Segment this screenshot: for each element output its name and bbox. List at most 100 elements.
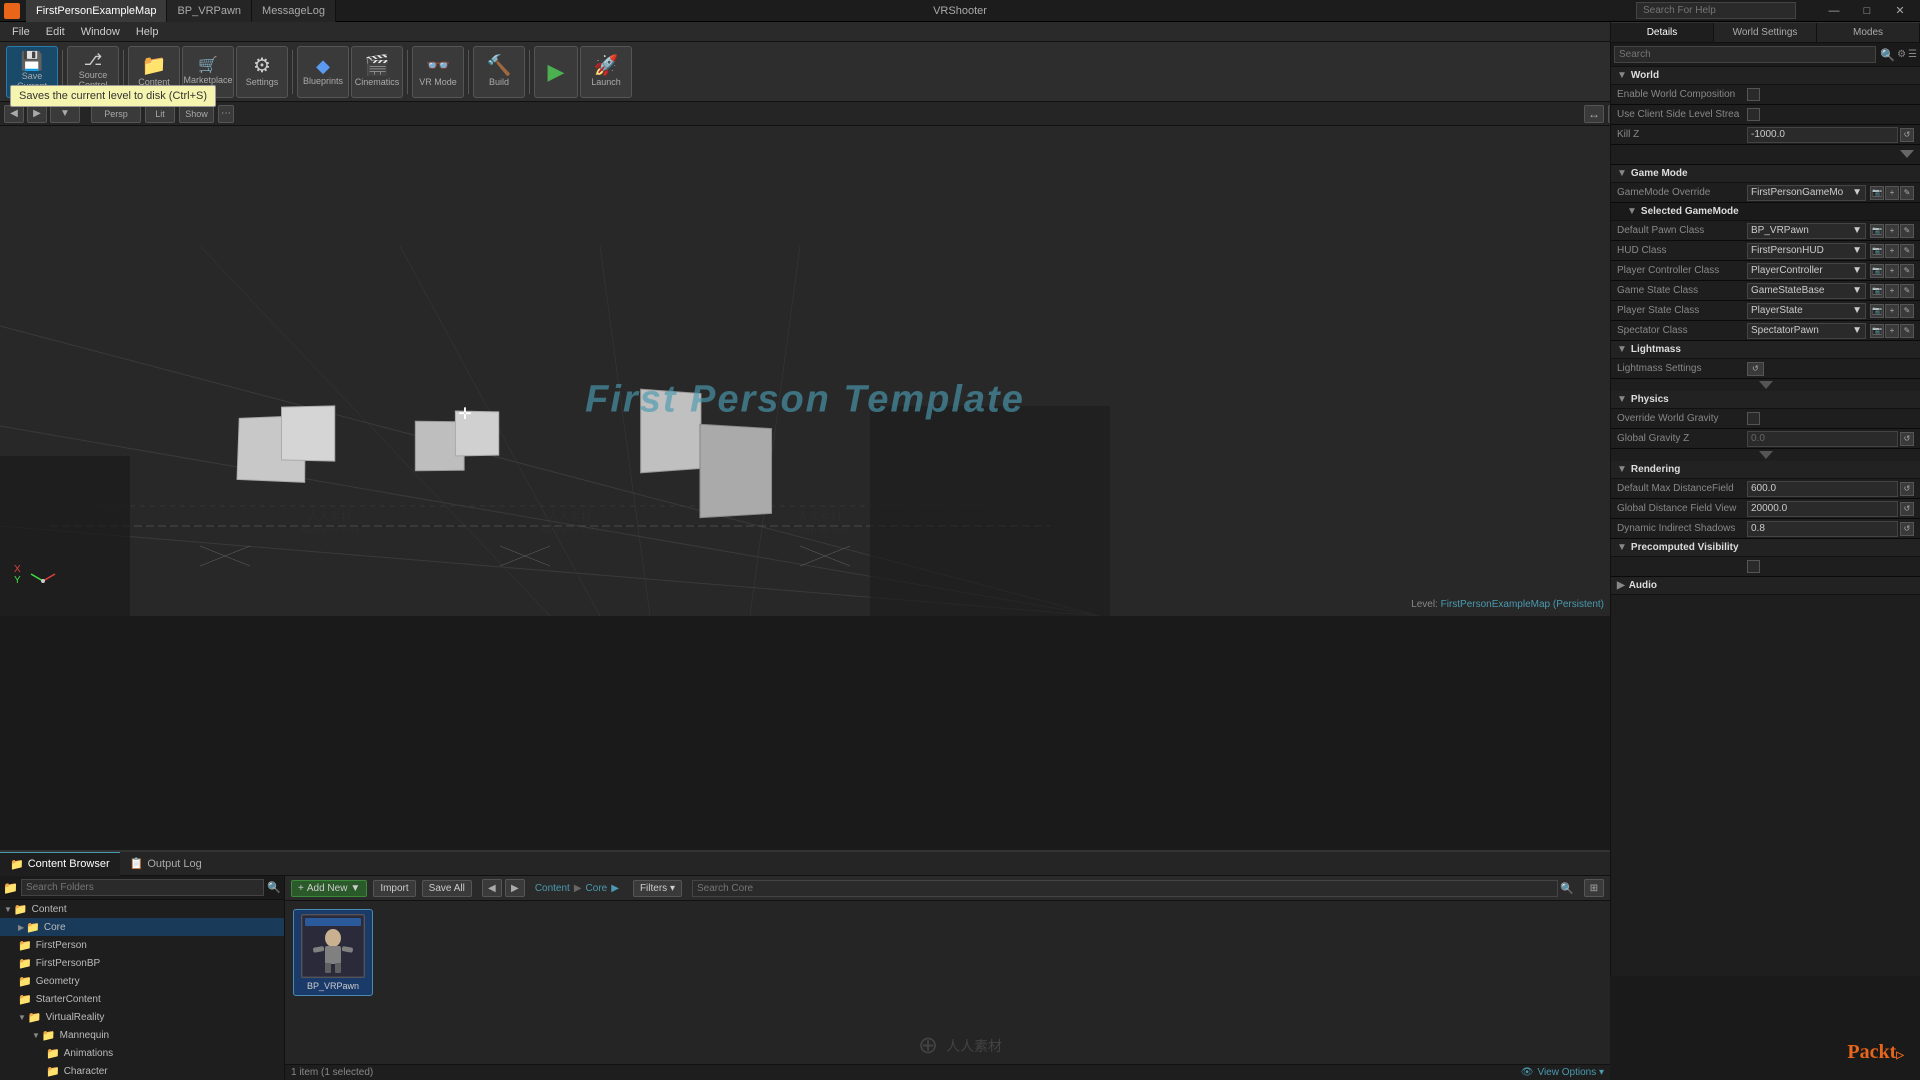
dropdown-btn[interactable]: ▼	[50, 105, 80, 123]
dynamic-indirect-shadows-input[interactable]	[1747, 521, 1898, 537]
close-button[interactable]: ✕	[1884, 0, 1916, 22]
breadcrumb-content[interactable]: Content	[535, 883, 570, 894]
spectator-class-dropdown[interactable]: SpectatorPawn▼	[1747, 323, 1866, 339]
content-view-options[interactable]: 👁 View Options ▾	[1521, 1067, 1604, 1078]
player-controller-browse[interactable]: 📷	[1870, 264, 1884, 278]
source-control-button[interactable]: ⎇ SourceControl	[67, 46, 119, 98]
help-search-input[interactable]	[1636, 2, 1796, 19]
marketplace-button[interactable]: 🛒 Marketplace	[182, 46, 234, 98]
default-pawn-browse[interactable]: 📷	[1870, 224, 1884, 238]
folder-virtualreality[interactable]: ▼ 📁 VirtualReality	[0, 1008, 284, 1026]
breadcrumb-core[interactable]: Core	[586, 883, 608, 894]
game-state-browse[interactable]: 📷	[1870, 284, 1884, 298]
menu-file[interactable]: File	[4, 22, 38, 42]
section-selected-game-mode[interactable]: ▼ Selected GameMode	[1611, 203, 1920, 221]
tab-firstpersonexamplemap[interactable]: FirstPersonExampleMap	[26, 0, 167, 22]
gamemode-override-dropdown[interactable]: FirstPersonGameMo▼	[1747, 185, 1866, 201]
player-controller-edit[interactable]: ✎	[1900, 264, 1914, 278]
viewport[interactable]: ✛ First Person Template 人人素材www.rr-sc.co…	[0, 126, 1610, 616]
precomputed-visibility-checkbox[interactable]	[1747, 560, 1760, 573]
gamemode-override-add[interactable]: +	[1885, 186, 1899, 200]
import-button[interactable]: Import	[373, 880, 415, 897]
default-max-reset[interactable]: ↺	[1900, 482, 1914, 496]
show-btn[interactable]: Show	[179, 105, 214, 123]
player-controller-add[interactable]: +	[1885, 264, 1899, 278]
game-state-dropdown[interactable]: GameStateBase▼	[1747, 283, 1866, 299]
tab-bp-vrpawn[interactable]: BP_VRPawn	[167, 0, 252, 22]
global-distance-field-reset[interactable]: ↺	[1900, 502, 1914, 516]
settings-button[interactable]: ⚙ Settings	[236, 46, 288, 98]
default-max-distancefield-input[interactable]	[1747, 481, 1898, 497]
global-distance-field-input[interactable]	[1747, 501, 1898, 517]
default-pawn-dropdown[interactable]: BP_VRPawn▼	[1747, 223, 1866, 239]
folder-character[interactable]: 📁 Character	[0, 1062, 284, 1080]
folder-geometry[interactable]: 📁 Geometry	[0, 972, 284, 990]
global-gravity-z-reset[interactable]: ↺	[1900, 432, 1914, 446]
player-state-edit[interactable]: ✎	[1900, 304, 1914, 318]
save-button[interactable]: 💾 SaveCurrent	[6, 46, 58, 98]
viewport-options-btn[interactable]: ⋯	[218, 105, 234, 123]
save-all-button[interactable]: Save All	[422, 880, 472, 897]
content-search-input[interactable]	[692, 880, 1558, 897]
dynamic-indirect-shadows-reset[interactable]: ↺	[1900, 522, 1914, 536]
menu-help[interactable]: Help	[128, 22, 167, 42]
folder-mannequin[interactable]: ▼ 📁 Mannequin	[0, 1026, 284, 1044]
folder-firstpersonbp[interactable]: 📁 FirstPersonBP	[0, 954, 284, 972]
player-state-add[interactable]: +	[1885, 304, 1899, 318]
menu-edit[interactable]: Edit	[38, 22, 73, 42]
kill-z-reset[interactable]: ↺	[1900, 128, 1914, 142]
folder-search-input[interactable]	[21, 879, 264, 896]
build-button[interactable]: 🔨 Build	[473, 46, 525, 98]
kill-z-expand[interactable]	[1900, 149, 1914, 161]
menu-window[interactable]: Window	[73, 22, 128, 42]
content-nav-back[interactable]: ◀	[482, 879, 502, 897]
translate-btn[interactable]: ↔	[1584, 105, 1604, 123]
player-state-browse[interactable]: 📷	[1870, 304, 1884, 318]
nav-forward-btn[interactable]: ▶	[27, 105, 47, 123]
hud-class-edit[interactable]: ✎	[1900, 244, 1914, 258]
add-new-button[interactable]: + Add New ▼	[291, 880, 367, 897]
minimize-button[interactable]: —	[1818, 0, 1850, 22]
spectator-browse[interactable]: 📷	[1870, 324, 1884, 338]
section-physics[interactable]: ▼ Physics	[1611, 391, 1920, 409]
global-gravity-z-input[interactable]	[1747, 431, 1898, 447]
client-side-level-checkbox[interactable]	[1747, 108, 1760, 121]
vr-mode-button[interactable]: 👓 VR Mode	[412, 46, 464, 98]
enable-world-composition-checkbox[interactable]	[1747, 88, 1760, 101]
section-audio[interactable]: ▶ Audio	[1611, 577, 1920, 595]
game-state-add[interactable]: +	[1885, 284, 1899, 298]
section-lightmass[interactable]: ▼ Lightmass	[1611, 341, 1920, 359]
breadcrumb-end-btn[interactable]: ▶	[611, 883, 619, 894]
maximize-button[interactable]: □	[1851, 0, 1883, 22]
hud-class-dropdown[interactable]: FirstPersonHUD▼	[1747, 243, 1866, 259]
tab-modes[interactable]: Modes	[1817, 23, 1920, 42]
details-list-icon[interactable]: ☰	[1908, 49, 1917, 60]
player-controller-dropdown[interactable]: PlayerController▼	[1747, 263, 1866, 279]
nav-back-btn[interactable]: ◀	[4, 105, 24, 123]
hud-class-add[interactable]: +	[1885, 244, 1899, 258]
launch-button[interactable]: 🚀 Launch	[580, 46, 632, 98]
hud-class-browse[interactable]: 📷	[1870, 244, 1884, 258]
spectator-edit[interactable]: ✎	[1900, 324, 1914, 338]
gamemode-override-browse[interactable]: 📷	[1870, 186, 1884, 200]
content-view-toggle[interactable]: ⊞	[1584, 879, 1604, 897]
folder-content[interactable]: ▼ 📁 Content	[0, 900, 284, 918]
section-world[interactable]: ▼ World	[1611, 67, 1920, 85]
spectator-add[interactable]: +	[1885, 324, 1899, 338]
lit-btn[interactable]: Lit	[145, 105, 175, 123]
filters-button[interactable]: Filters ▾	[633, 880, 682, 897]
folder-startercontent[interactable]: 📁 StarterContent	[0, 990, 284, 1008]
folder-firstperson[interactable]: 📁 FirstPerson	[0, 936, 284, 954]
tab-messagelog[interactable]: MessageLog	[252, 0, 336, 22]
play-button[interactable]: ▶	[534, 46, 578, 98]
game-state-edit[interactable]: ✎	[1900, 284, 1914, 298]
default-pawn-add[interactable]: +	[1885, 224, 1899, 238]
content-nav-forward[interactable]: ▶	[505, 879, 525, 897]
gamemode-override-edit[interactable]: ✎	[1900, 186, 1914, 200]
tab-output-log[interactable]: 📋 Output Log	[120, 852, 212, 876]
perspective-btn[interactable]: Persp	[91, 105, 141, 123]
tab-content-browser[interactable]: 📁 Content Browser	[0, 852, 120, 876]
folder-core[interactable]: ▶ 📁 Core	[0, 918, 284, 936]
default-pawn-edit[interactable]: ✎	[1900, 224, 1914, 238]
section-game-mode[interactable]: ▼ Game Mode	[1611, 165, 1920, 183]
